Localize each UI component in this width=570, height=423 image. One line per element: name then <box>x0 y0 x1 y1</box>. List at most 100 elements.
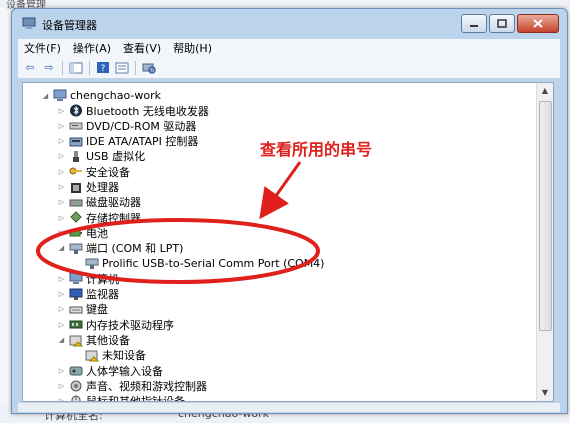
tree-root[interactable]: ◢ chengchao-work <box>41 88 161 103</box>
tree-item-label: 键盘 <box>86 303 108 317</box>
tree-item[interactable]: ▷ Bluetooth 无线电收发器 <box>57 103 209 118</box>
key-icon <box>69 165 83 178</box>
tree-item[interactable]: ▷ 人体学输入设备 <box>57 363 163 378</box>
help-icon[interactable]: ? <box>95 61 111 75</box>
unknown-device-icon <box>85 349 99 362</box>
bluetooth-icon <box>69 104 83 117</box>
scroll-up-icon[interactable]: ▲ <box>537 83 553 99</box>
forward-icon[interactable]: ⇨ <box>41 61 57 75</box>
tree-item[interactable]: ▷ 电池 <box>57 225 108 240</box>
expand-arrow-icon[interactable]: ▷ <box>57 183 66 191</box>
tree-item[interactable]: ▷ 处理器 <box>57 180 119 195</box>
tree-item[interactable]: ▷ DVD/CD-ROM 驱动器 <box>57 118 197 133</box>
tree-item[interactable]: ▷ 鼠标和其他指针设备 <box>57 394 185 402</box>
expand-arrow-icon[interactable]: ▷ <box>57 290 66 298</box>
tree-item[interactable]: ▷ 声音、视频和游戏控制器 <box>57 378 207 393</box>
tree-item[interactable]: ▷ 磁盘驱动器 <box>57 195 141 210</box>
scan-hardware-icon[interactable] <box>141 61 157 75</box>
expand-arrow-icon[interactable]: ▷ <box>57 214 66 222</box>
keyboard-icon <box>69 303 83 316</box>
tree-item-label: IDE ATA/ATAPI 控制器 <box>86 135 199 149</box>
tree-item-label: 内存技术驱动程序 <box>86 318 174 332</box>
svg-text:?: ? <box>101 64 106 74</box>
status-bar <box>18 402 560 412</box>
vertical-scrollbar[interactable]: ▲ ▼ <box>536 83 553 401</box>
title-bar[interactable]: 设备管理器 <box>12 9 567 37</box>
tree-item[interactable]: ▷ 内存技术驱动程序 <box>57 317 174 332</box>
menu-action[interactable]: 操作(A) <box>67 40 117 56</box>
window-title: 设备管理器 <box>42 19 97 32</box>
tree-item-label: 其他设备 <box>86 334 130 347</box>
expand-arrow-icon[interactable]: ▷ <box>57 367 66 375</box>
ide-controller-icon <box>69 135 83 148</box>
tree-item[interactable]: ◢ 端口 (COM 和 LPT) <box>57 241 184 256</box>
menu-help[interactable]: 帮助(H) <box>167 40 218 56</box>
tree-item-label: USB 虚拟化 <box>86 150 146 164</box>
tree-item[interactable]: ▷ 监视器 <box>57 287 119 302</box>
back-icon[interactable]: ⇦ <box>22 61 38 75</box>
expand-arrow-icon[interactable]: ▷ <box>57 137 66 145</box>
tree-item-label: 人体学输入设备 <box>86 364 163 378</box>
expand-arrow-icon[interactable]: ▷ <box>57 275 66 283</box>
tree-item-label: 处理器 <box>86 181 119 194</box>
expand-arrow-icon[interactable]: ▷ <box>57 382 66 390</box>
tree-item-label: 磁盘驱动器 <box>86 196 141 210</box>
tree-item[interactable]: ▷ 计算机 <box>57 271 119 286</box>
tree-item[interactable]: ▷ USB 虚拟化 <box>57 149 145 164</box>
tree-item[interactable]: 未知设备 <box>73 348 146 363</box>
hid-icon <box>69 364 83 377</box>
computer-icon <box>69 272 83 285</box>
scroll-thumb[interactable] <box>539 101 552 331</box>
tree-item-label: 监视器 <box>86 288 119 302</box>
disk-icon <box>69 196 83 209</box>
device-tree: ◢ chengchao-work ▷ Bluetooth 无线电收发器 ▷ DVD/C… <box>22 82 554 402</box>
maximize-button[interactable] <box>489 14 515 33</box>
minimize-button[interactable] <box>461 14 487 33</box>
collapse-arrow-icon[interactable]: ◢ <box>57 244 66 252</box>
expand-arrow-icon[interactable]: ▷ <box>57 321 66 329</box>
expand-arrow-icon[interactable]: ▷ <box>57 305 66 313</box>
show-hide-tree-icon[interactable] <box>68 61 84 75</box>
device-manager-icon <box>22 16 36 30</box>
sound-icon <box>69 379 83 392</box>
collapse-arrow-icon[interactable]: ◢ <box>57 336 66 344</box>
unknown-device-icon <box>69 334 83 347</box>
computer-icon <box>53 89 67 102</box>
close-icon <box>533 19 543 28</box>
tree-item-label: Bluetooth 无线电收发器 <box>86 104 209 118</box>
expand-arrow-icon[interactable]: ▷ <box>57 107 66 115</box>
dvd-drive-icon <box>69 119 83 132</box>
tree-item[interactable]: ◢ 其他设备 <box>57 333 130 348</box>
port-icon <box>85 257 99 270</box>
tree-item[interactable]: ▷ 存储控制器 <box>57 210 141 225</box>
tree-item-label: 计算机 <box>86 272 119 286</box>
expand-arrow-icon[interactable]: ▷ <box>57 168 66 176</box>
menu-view[interactable]: 查看(V) <box>117 40 167 56</box>
scroll-down-icon[interactable]: ▼ <box>537 385 553 401</box>
close-button[interactable] <box>517 14 559 33</box>
tree-item[interactable]: ▷ 安全设备 <box>57 164 130 179</box>
tree-item[interactable]: ▷ IDE ATA/ATAPI 控制器 <box>57 134 199 149</box>
tree-item-label: 安全设备 <box>86 165 130 179</box>
menu-file[interactable]: 文件(F) <box>18 40 67 56</box>
expand-arrow-icon[interactable]: ▷ <box>57 229 66 237</box>
tree-item[interactable]: ▷ 键盘 <box>57 302 108 317</box>
collapse-arrow-icon[interactable]: ◢ <box>41 92 50 100</box>
background-window-top: 设备管理 <box>0 0 570 11</box>
tree-item-label: 端口 (COM 和 LPT) <box>86 242 184 256</box>
expand-arrow-icon[interactable]: ▷ <box>57 198 66 206</box>
expand-arrow-icon[interactable]: ▷ <box>57 152 66 160</box>
properties-icon[interactable] <box>114 61 130 75</box>
tree-item-label: DVD/CD-ROM 驱动器 <box>86 119 197 133</box>
tree-root-label: chengchao-work <box>70 89 162 102</box>
toolbar-separator <box>89 60 90 75</box>
toolbar-separator <box>62 60 63 75</box>
minimize-icon <box>470 24 478 27</box>
tree-item-label: 未知设备 <box>102 349 146 363</box>
tree-item-label: 鼠标和其他指针设备 <box>86 395 185 402</box>
toolbar: ⇦ ⇨ ? <box>18 57 560 79</box>
tree-item[interactable]: Prolific USB-to-Serial Comm Port (COM4) <box>73 256 324 271</box>
expand-arrow-icon[interactable]: ▷ <box>57 122 66 130</box>
menu-bar: 文件(F) 操作(A) 查看(V) 帮助(H) <box>18 39 560 57</box>
processor-icon <box>69 181 83 194</box>
